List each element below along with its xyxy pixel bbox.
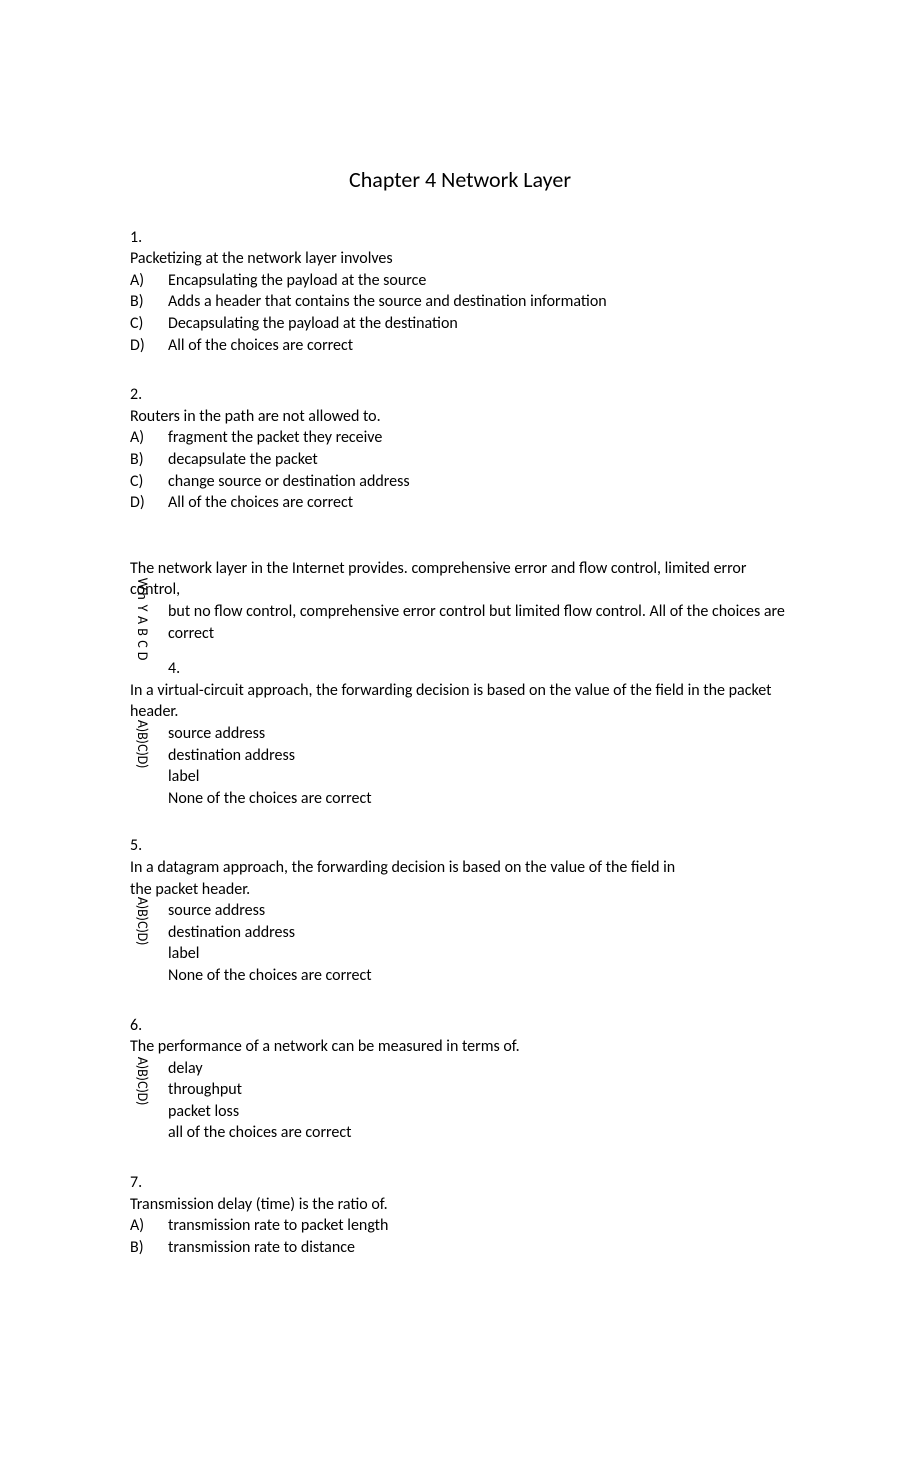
q3-text-line1: The network layer in the Internet provid… (130, 558, 790, 601)
q2-number: 2. (130, 384, 790, 406)
page-title: Chapter 4 Network Layer (130, 165, 790, 195)
option-letter: B) (130, 1237, 168, 1259)
option-text: Encapsulating the payload at the source (168, 270, 790, 292)
q4-number: 4. (130, 658, 790, 680)
option-text: All of the choices are correct (168, 492, 790, 514)
q4-vertical-labels: A) B) C) D) (136, 720, 150, 768)
option-text: Adds a header that contains the source a… (168, 291, 790, 313)
q1-option-a: A) Encapsulating the payload at the sour… (130, 270, 790, 292)
option-letter: A) (130, 427, 168, 449)
q4-text: In a virtual-circuit approach, the forwa… (130, 681, 771, 722)
q6-option-c: packet loss (130, 1101, 790, 1123)
question-1: 1. Packetizing at the network layer invo… (130, 227, 790, 357)
option-text: All of the choices are correct (168, 335, 790, 357)
q5-option-a: source address (130, 900, 790, 922)
q4-option-c: label (130, 766, 790, 788)
q6-option-a: delay (130, 1058, 790, 1080)
q5-option-c: label (130, 943, 790, 965)
q7-option-b: B) transmission rate to distance (130, 1237, 790, 1259)
q2-option-c: C) change source or destination address (130, 471, 790, 493)
option-text: Decapsulating the payload at the destina… (168, 313, 790, 335)
option-letter: A) (130, 270, 168, 292)
q6-option-d: all of the choices are correct (130, 1122, 790, 1144)
q2-option-b: B) decapsulate the packet (130, 449, 790, 471)
q7-number: 7. (130, 1172, 790, 1194)
option-letter: C) (130, 471, 168, 493)
q1-option-c: C) Decapsulating the payload at the dest… (130, 313, 790, 335)
q7-text: Transmission delay (time) is the ratio o… (130, 1194, 790, 1216)
option-letter: D) (130, 335, 168, 357)
q4-option-a: source address (130, 723, 790, 745)
option-text: transmission rate to distance (168, 1237, 790, 1259)
question-3: The network layer in the Internet provid… (130, 558, 790, 644)
vertical-label: D) (137, 1092, 149, 1106)
option-letter: B) (130, 291, 168, 313)
q1-text: Packetizing at the network layer involve… (130, 248, 790, 270)
q6-number: 6. (130, 1015, 790, 1037)
q7-option-a: A) transmission rate to packet length (130, 1215, 790, 1237)
question-2: 2. Routers in the path are not allowed t… (130, 384, 790, 514)
q4-option-b: destination address (130, 745, 790, 767)
option-letter: C) (130, 313, 168, 335)
q1-option-b: B) Adds a header that contains the sourc… (130, 291, 790, 313)
q6-option-b: throughput (130, 1079, 790, 1101)
option-text: change source or destination address (168, 471, 790, 493)
vertical-label: D) (137, 755, 149, 769)
question-4: 4. In a virtual-circuit approach, the fo… (130, 658, 790, 809)
q5-number: 5. (130, 835, 790, 857)
q5-option-b: destination address (130, 922, 790, 944)
q6-vertical-labels: A) B) C) D) (136, 1057, 150, 1105)
q2-text: Routers in the path are not allowed to. (130, 406, 790, 428)
q1-option-d: D) All of the choices are correct (130, 335, 790, 357)
option-text: decapsulate the packet (168, 449, 790, 471)
question-6: 6. The performance of a network can be m… (130, 1015, 790, 1145)
option-letter: B) (130, 449, 168, 471)
q4-option-d: None of the choices are correct (130, 788, 790, 810)
q5-text-line2: the packet header. (130, 879, 790, 901)
q5-text-line1: In a datagram approach, the forwarding d… (130, 857, 790, 879)
option-letter: A) (130, 1215, 168, 1237)
option-text: transmission rate to packet length (168, 1215, 790, 1237)
q2-option-a: A) fragment the packet they receive (130, 427, 790, 449)
q1-number: 1. (130, 227, 790, 249)
q5-option-d: None of the choices are correct (130, 965, 790, 987)
question-5: 5. In a datagram approach, the forwardin… (130, 835, 790, 986)
q5-vertical-labels: A) B) C) D) (136, 897, 150, 945)
q3-vertical-labels: W h Y A B C D (136, 578, 150, 662)
q6-text: The performance of a network can be meas… (130, 1036, 790, 1058)
option-letter: D) (130, 492, 168, 514)
question-7: 7. Transmission delay (time) is the rati… (130, 1172, 790, 1258)
q2-option-d: D) All of the choices are correct (130, 492, 790, 514)
vertical-label: D) (137, 932, 149, 946)
q3-text-line2: but no flow control, comprehensive error… (130, 601, 790, 644)
option-text: fragment the packet they receive (168, 427, 790, 449)
